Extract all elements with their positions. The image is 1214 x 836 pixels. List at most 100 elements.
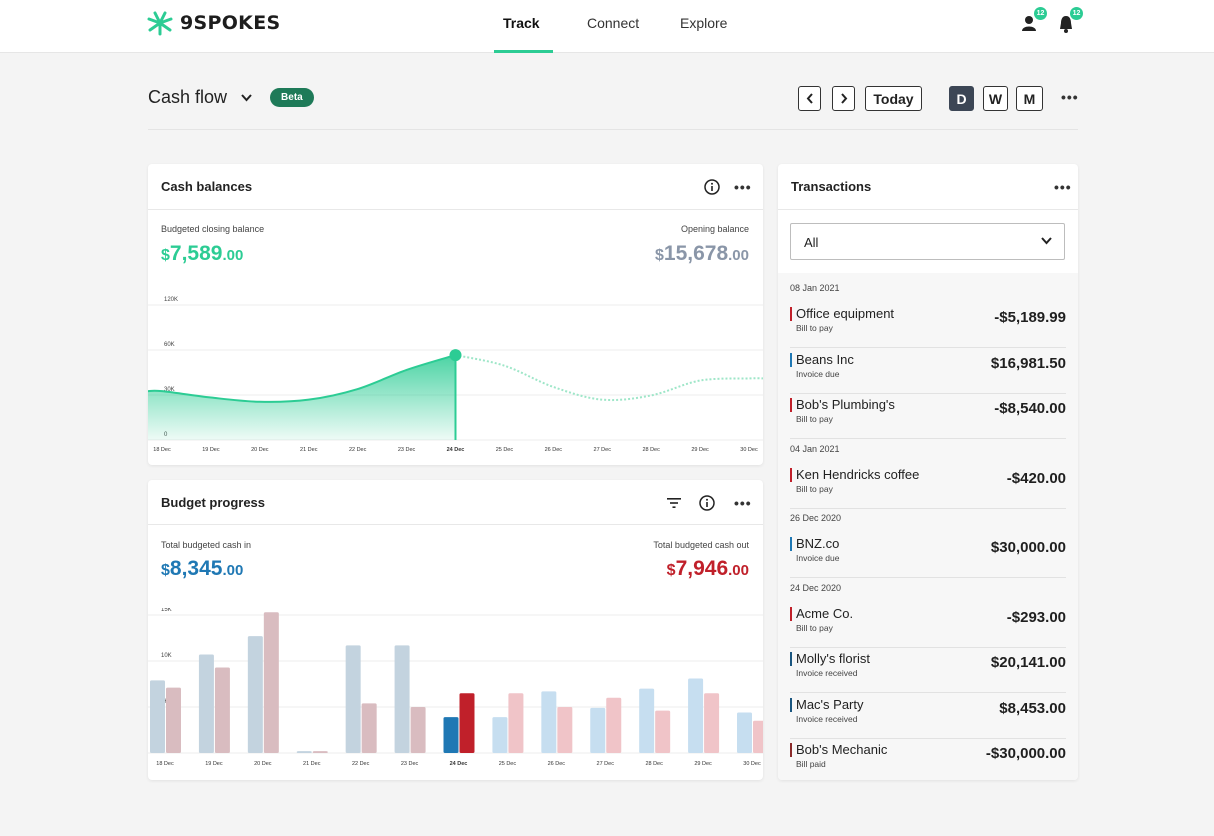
transaction-row[interactable]: Office equipment Bill to pay -$5,189.99 xyxy=(790,303,1066,348)
nav-tab-track[interactable]: Track xyxy=(503,15,540,31)
x-tick-label: 28 Dec xyxy=(645,761,663,767)
filter-icon[interactable] xyxy=(667,497,681,509)
card-more-button[interactable]: ••• xyxy=(1054,179,1072,195)
brand-name: 9SPOKES xyxy=(180,12,281,34)
budget-bar-chart[interactable]: 05K10K15K18 Dec19 Dec20 Dec21 Dec22 Dec2… xyxy=(148,608,763,773)
prev-period-button[interactable] xyxy=(798,86,821,111)
x-tick-label: 19 Dec xyxy=(205,761,223,767)
cash-balance-chart[interactable]: 030K60K120K18 Dec19 Dec20 Dec21 Dec22 De… xyxy=(148,292,763,457)
y-tick-label: 120K xyxy=(164,297,178,303)
x-tick-label: 24 Dec xyxy=(447,447,465,453)
cash-in-bar[interactable] xyxy=(296,751,312,753)
view-month-button[interactable]: M xyxy=(1016,86,1043,111)
info-icon[interactable] xyxy=(704,179,720,195)
cash-in-bar[interactable] xyxy=(198,654,214,753)
user-menu-button[interactable]: 12 xyxy=(1019,7,1047,36)
x-tick-label: 30 Dec xyxy=(740,447,758,453)
cash-out-bar[interactable] xyxy=(410,707,426,753)
cash-out-bar[interactable] xyxy=(753,720,763,753)
transaction-row[interactable]: Bob's Plumbing's Bill to pay -$8,540.00 xyxy=(790,394,1066,439)
transaction-type-marker xyxy=(790,307,792,321)
cash-in-bar[interactable] xyxy=(688,678,704,753)
top-nav-bar: 9SPOKES Track Connect Explore 12 12 xyxy=(0,0,1214,53)
transaction-date-header: 04 Jan 2021 xyxy=(790,443,840,454)
transaction-row[interactable]: Bob's Mechanic Bill paid -$30,000.00 xyxy=(790,739,1066,780)
card-title: Cash balances xyxy=(161,179,253,194)
transaction-status: Bill to pay xyxy=(796,622,833,633)
cash-out-bar[interactable] xyxy=(508,693,524,753)
x-tick-label: 29 Dec xyxy=(694,761,712,767)
cash-in-bar[interactable] xyxy=(150,680,165,753)
chevron-left-icon xyxy=(806,93,813,104)
cash-in-bar[interactable] xyxy=(541,691,557,753)
forecast-balance-line xyxy=(455,354,763,402)
y-tick-label: 10K xyxy=(161,653,172,659)
transaction-row[interactable]: Beans Inc Invoice due $16,981.50 xyxy=(790,349,1066,394)
notifications-button[interactable]: 12 xyxy=(1055,7,1083,36)
next-period-button[interactable] xyxy=(832,86,855,111)
cash-out-bar[interactable] xyxy=(459,693,475,753)
transaction-row[interactable]: Mac's Party Invoice received $8,453.00 xyxy=(790,694,1066,739)
transactions-card: Transactions ••• All 08 Jan 2021 Office … xyxy=(778,164,1078,780)
transaction-amount: -$5,189.99 xyxy=(994,309,1066,326)
closing-balance-label: Budgeted closing balance xyxy=(161,224,265,234)
cash-in-label: Total budgeted cash in xyxy=(161,540,252,550)
y-tick-label: 60K xyxy=(164,342,175,348)
cash-out-bar[interactable] xyxy=(704,693,720,753)
cash-out-bar[interactable] xyxy=(214,667,230,753)
cash-in-bar[interactable] xyxy=(737,712,752,753)
cash-out-bar[interactable] xyxy=(263,612,279,753)
cash-in-bar[interactable] xyxy=(394,645,410,753)
header-more-button[interactable]: ••• xyxy=(1061,89,1079,105)
view-week-button[interactable]: W xyxy=(983,86,1008,111)
cash-in-bar[interactable] xyxy=(345,645,361,753)
x-tick-label: 22 Dec xyxy=(349,447,367,453)
card-title: Transactions xyxy=(791,179,872,194)
nav-active-indicator xyxy=(494,50,553,53)
transaction-row[interactable]: Molly's florist Invoice received $20,141… xyxy=(790,648,1066,693)
cash-out-bar[interactable] xyxy=(361,703,377,753)
cash-out-bar[interactable] xyxy=(557,707,573,753)
today-button[interactable]: Today xyxy=(865,86,922,111)
view-day-button[interactable]: D xyxy=(949,86,974,111)
transaction-filter-value: All xyxy=(804,235,819,250)
cash-out-bar[interactable] xyxy=(166,687,181,753)
card-divider xyxy=(148,209,763,210)
brand-logo[interactable]: 9SPOKES xyxy=(146,10,280,36)
cash-in-bar[interactable] xyxy=(590,707,606,753)
transaction-type-marker xyxy=(790,467,792,482)
cash-in-value: $8,345.00 xyxy=(161,557,244,580)
chevron-down-icon xyxy=(1041,237,1052,245)
info-icon[interactable] xyxy=(699,495,715,511)
nav-tab-explore[interactable]: Explore xyxy=(680,15,727,31)
transaction-name: Beans Inc xyxy=(796,351,854,367)
x-tick-label: 21 Dec xyxy=(300,447,318,453)
cash-in-bar[interactable] xyxy=(247,636,263,753)
cash-out-bar[interactable] xyxy=(606,697,622,753)
cash-out-bar[interactable] xyxy=(655,710,671,753)
transaction-name: Acme Co. xyxy=(796,605,854,621)
cash-in-bar[interactable] xyxy=(492,717,508,753)
x-tick-label: 18 Dec xyxy=(156,761,174,767)
transaction-row[interactable]: Ken Hendricks coffee Bill to pay -$420.0… xyxy=(790,464,1066,509)
page-title[interactable]: Cash flow xyxy=(148,87,227,108)
card-more-button[interactable]: ••• xyxy=(734,495,752,511)
card-more-button[interactable]: ••• xyxy=(734,179,752,195)
transaction-row[interactable]: BNZ.co Invoice due $30,000.00 xyxy=(790,533,1066,578)
chevron-down-icon[interactable] xyxy=(241,93,252,102)
actual-balance-area xyxy=(148,355,456,440)
transaction-filter-select[interactable]: All xyxy=(790,223,1065,260)
transaction-row[interactable]: Acme Co. Bill to pay -$293.00 xyxy=(790,603,1066,648)
x-tick-label: 29 Dec xyxy=(691,447,709,453)
transaction-name: BNZ.co xyxy=(796,536,840,551)
transaction-type-marker xyxy=(790,697,792,712)
cash-in-bar[interactable] xyxy=(639,688,655,753)
cash-out-bar[interactable] xyxy=(312,751,328,753)
nav-tab-connect[interactable]: Connect xyxy=(587,15,639,31)
transaction-status: Invoice received xyxy=(796,668,858,678)
cash-in-bar[interactable] xyxy=(443,717,459,753)
transaction-amount: $16,981.50 xyxy=(990,354,1066,372)
transaction-status: Bill to pay xyxy=(796,414,833,424)
x-tick-label: 28 Dec xyxy=(642,447,660,453)
today-marker-point[interactable] xyxy=(449,349,462,362)
